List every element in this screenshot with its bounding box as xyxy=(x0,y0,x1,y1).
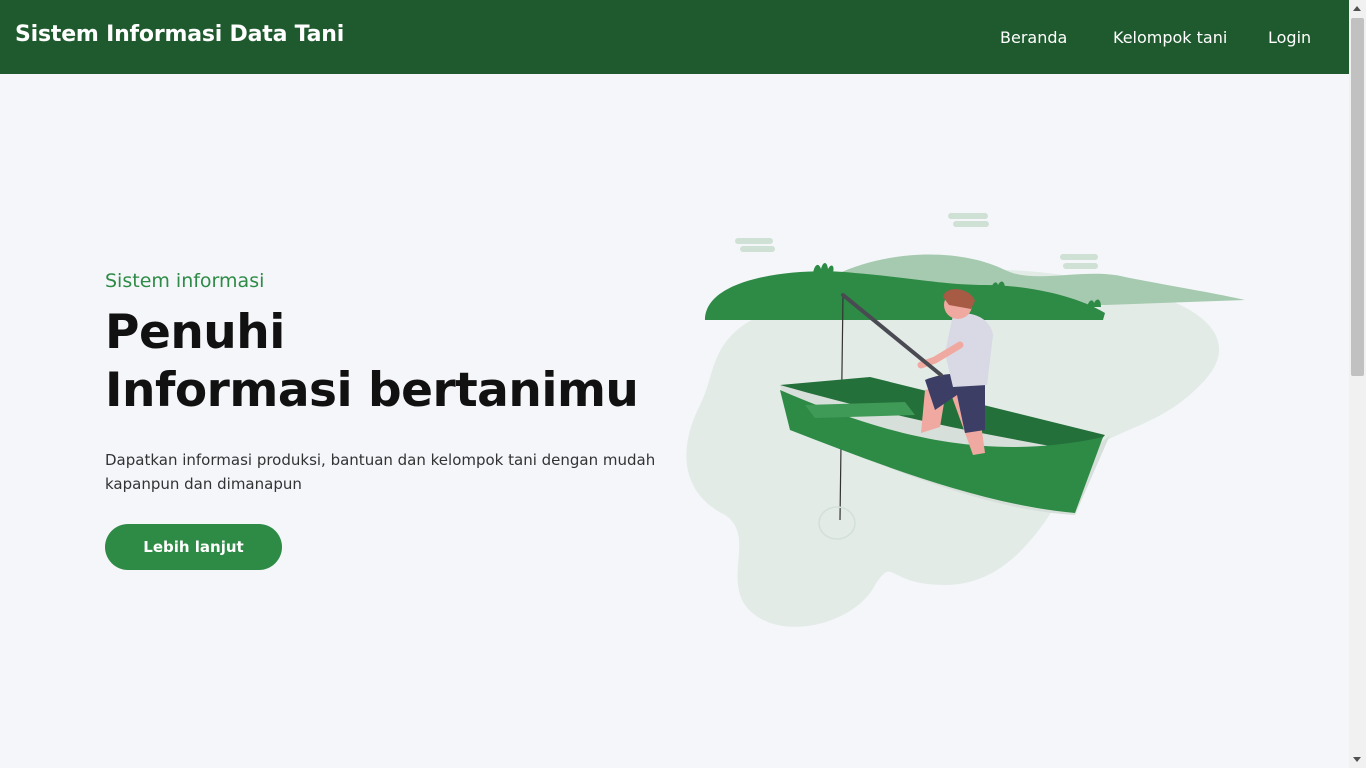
navbar: Sistem Informasi Data Tani Beranda Kelom… xyxy=(0,0,1349,74)
cloud-1 xyxy=(948,213,988,219)
cloud-2 xyxy=(953,221,989,227)
scroll-thumb[interactable] xyxy=(1351,18,1364,376)
cloud-6 xyxy=(1063,263,1098,269)
learn-more-button[interactable]: Lebih lanjut xyxy=(105,524,282,570)
scroll-down-arrow-icon[interactable] xyxy=(1353,757,1361,762)
scrollbar[interactable] xyxy=(1349,0,1366,768)
fishing-illustration xyxy=(686,213,1245,627)
nav-link-kelompok-tani[interactable]: Kelompok tani xyxy=(1113,28,1227,47)
hero-subtitle: Sistem informasi xyxy=(105,270,265,292)
hero-description: Dapatkan informasi produksi, bantuan dan… xyxy=(105,451,656,493)
hero-title-line-1: Penuhi xyxy=(105,305,285,360)
site-brand[interactable]: Sistem Informasi Data Tani xyxy=(15,22,344,47)
hero-title: Penuhi Informasi bertanimu xyxy=(105,304,665,420)
nav-link-beranda[interactable]: Beranda xyxy=(1000,28,1067,47)
hero-title-line-2: Informasi bertanimu xyxy=(105,363,639,418)
cloud-5 xyxy=(1060,254,1098,260)
cloud-3 xyxy=(735,238,773,244)
cloud-4 xyxy=(740,246,775,252)
hero-section: Sistem informasi Penuhi Informasi bertan… xyxy=(105,270,665,496)
nav-link-login[interactable]: Login xyxy=(1268,28,1311,47)
scroll-up-arrow-icon[interactable] xyxy=(1353,6,1361,11)
bush-1 xyxy=(813,263,834,273)
